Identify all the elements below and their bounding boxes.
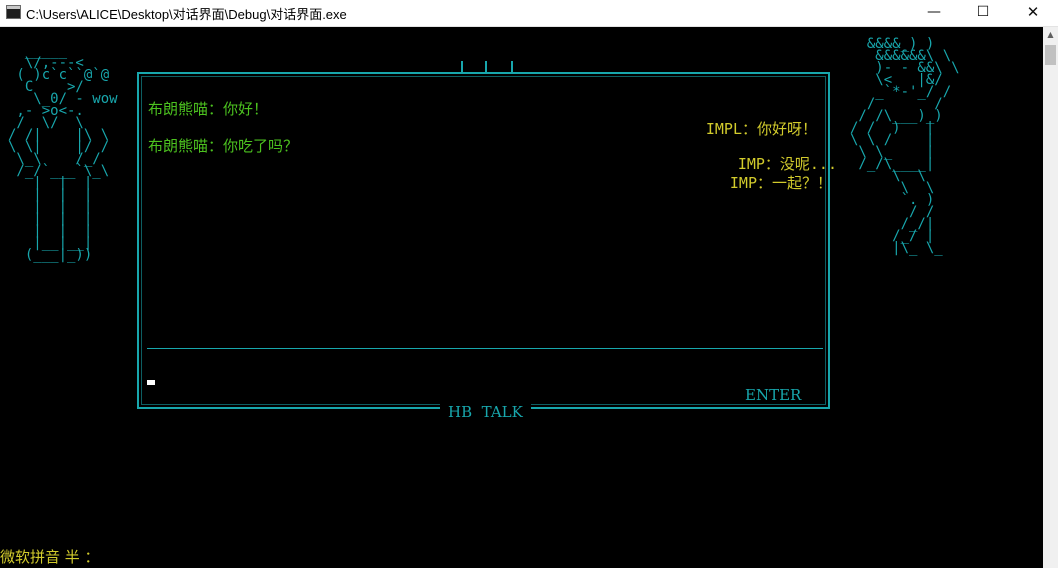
maximize-button[interactable]: ☐ <box>960 0 1006 26</box>
chat-message-right: IMPL：你好呀！ <box>705 120 817 138</box>
scroll-up-arrow-icon[interactable]: ▲ <box>1043 27 1058 43</box>
scrollbar-thumb[interactable] <box>1045 45 1056 65</box>
chat-message-right: IMP：一起？！ <box>729 174 832 192</box>
window-title: C:\Users\ALICE\Desktop\对话界面\Debug\对话界面.e… <box>26 7 347 22</box>
console-app-icon[interactable] <box>6 5 21 19</box>
vertical-scrollbar[interactable]: ▲ <box>1043 27 1058 568</box>
minimize-button[interactable]: — <box>911 0 957 26</box>
enter-button[interactable]: ENTER <box>745 386 801 404</box>
chat-input-divider <box>147 348 823 349</box>
chat-message-left: 布朗熊喵：你好！ <box>148 100 269 118</box>
right-character-ascii-art: &&&&_) ) &&&&&&\ \ )- - &&\ \ \< |&/ _`*… <box>850 36 960 256</box>
chat-message-left: 布朗熊喵：你吃了吗？ <box>148 137 299 155</box>
ime-status-text: 微软拼音 半 ： <box>0 548 100 566</box>
left-character-ascii-art: _____ \/,---< ( )c`c``@`@ C >/ \_0/ - wo… <box>8 43 118 263</box>
app-name-label: HB TALK <box>440 403 531 421</box>
close-button[interactable]: ✕ <box>1010 0 1056 26</box>
title-bar[interactable]: C:\Users\ALICE\Desktop\对话界面\Debug\对话界面.e… <box>0 0 1058 27</box>
chat-input-cursor[interactable] <box>147 380 155 385</box>
chat-message-right: IMP：没呢... <box>737 155 837 173</box>
chat-box-top-tab <box>461 61 513 72</box>
